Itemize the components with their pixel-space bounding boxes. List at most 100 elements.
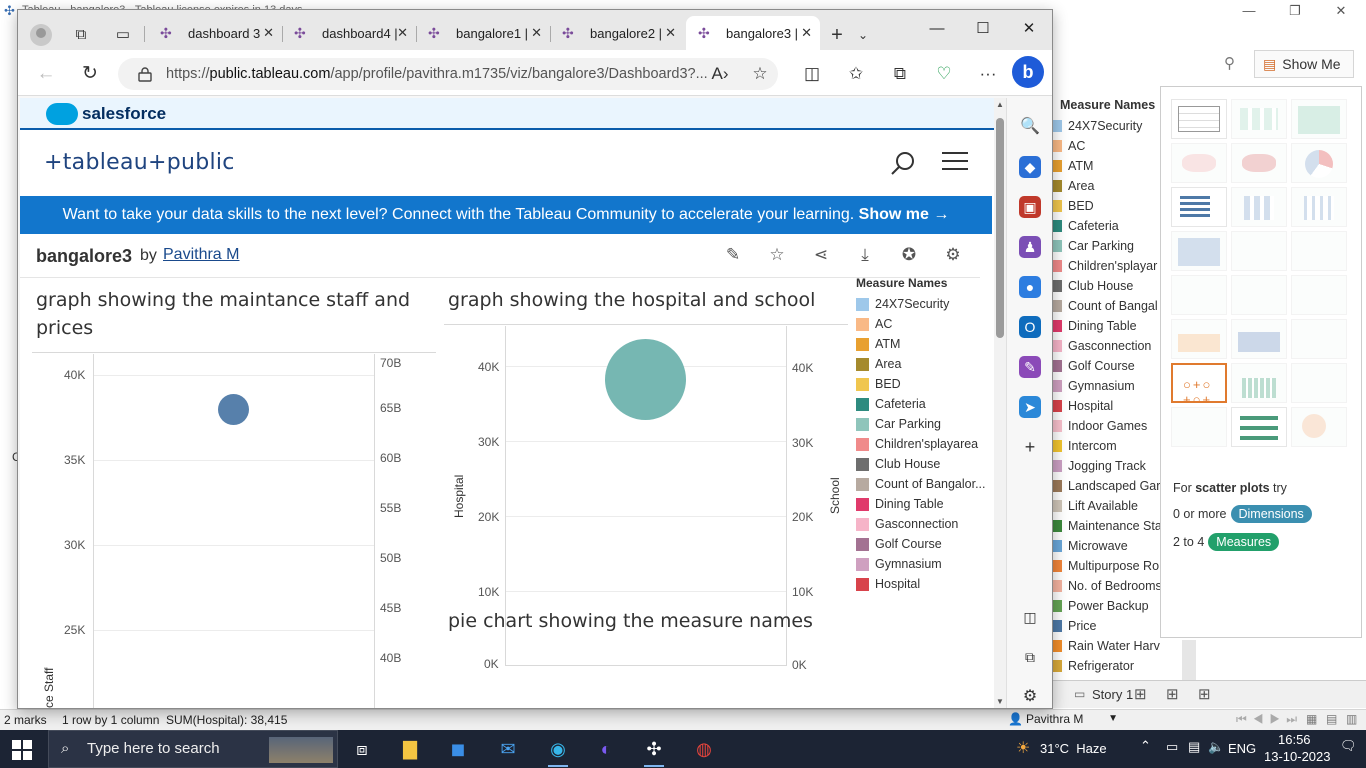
favorites-icon[interactable]: ✩ xyxy=(844,62,868,86)
scrollbar-thumb[interactable] xyxy=(996,118,1004,338)
legend-item[interactable]: Cafeteria xyxy=(856,394,994,414)
tab-bangalore3[interactable]: ✣ bangalore3 | ✕ xyxy=(686,16,820,50)
grid-view-icon[interactable]: ▦ xyxy=(1306,712,1317,726)
legend-item[interactable]: ATM xyxy=(856,334,994,354)
tab-dashboard4[interactable]: ✣ dashboard4 | ✕ xyxy=(282,16,416,50)
legend-item[interactable]: Golf Course xyxy=(856,534,994,554)
legend-item[interactable]: Golf Course xyxy=(1052,356,1160,376)
close-tab-icon[interactable]: ✕ xyxy=(801,25,812,41)
heat-map-chart-option[interactable] xyxy=(1231,99,1287,139)
area-continuous-chart-option[interactable] xyxy=(1231,319,1287,359)
search-icon[interactable] xyxy=(890,150,916,176)
legend-item[interactable]: BED xyxy=(856,374,994,394)
box-whisker-chart-option[interactable] xyxy=(1291,363,1347,403)
dual-lines-chart-option[interactable] xyxy=(1291,275,1347,315)
lines-continuous-chart-option[interactable] xyxy=(1231,275,1287,315)
outlook-icon[interactable]: O xyxy=(1019,316,1041,338)
legend-item[interactable]: Power Backup xyxy=(1052,596,1160,616)
legend-item[interactable]: Intercom xyxy=(1052,436,1160,456)
microsoft365-icon[interactable]: ● xyxy=(1019,276,1041,298)
more-menu-icon[interactable]: ··· xyxy=(976,62,1000,86)
story-tab[interactable]: Story 1 xyxy=(1092,687,1133,702)
taskbar-search-box[interactable]: ⌕ Type here to search xyxy=(48,730,338,768)
copilot-bing-icon[interactable]: b xyxy=(1012,56,1044,88)
tools-icon[interactable]: ▣ xyxy=(1019,196,1041,218)
symbol-map-chart-option[interactable] xyxy=(1171,143,1227,183)
legend-item[interactable]: AC xyxy=(856,314,994,334)
webex-icon[interactable]: ◐ xyxy=(588,734,624,764)
minimize-icon[interactable]: — xyxy=(1226,0,1272,22)
legend-item[interactable]: Children'splayar xyxy=(1052,256,1160,276)
profile-icon[interactable] xyxy=(30,24,52,46)
filled-map-chart-option[interactable] xyxy=(1231,143,1287,183)
hide-sidebar-icon[interactable]: ◫ xyxy=(1019,606,1041,628)
clock-time[interactable]: 16:56 xyxy=(1278,732,1311,747)
file-explorer-icon[interactable]: ▇ xyxy=(392,734,428,764)
pin-icon[interactable]: ⚲ xyxy=(1224,54,1235,72)
legend-item[interactable]: BED xyxy=(1052,196,1160,216)
new-tab-icon[interactable]: + xyxy=(828,25,846,45)
tab-bangalore2[interactable]: ✣ bangalore2 | ✕ xyxy=(550,16,684,50)
clock-date[interactable]: 13-10-2023 xyxy=(1264,749,1331,764)
chrome-icon[interactable]: ◍ xyxy=(686,734,722,764)
legend-item[interactable]: Area xyxy=(856,354,994,374)
lines-discrete-chart-option[interactable] xyxy=(1171,275,1227,315)
legend-item[interactable]: Children'splayarea xyxy=(856,434,994,454)
legend-item[interactable]: Gymnasium xyxy=(1052,376,1160,396)
browser-close-icon[interactable]: ✕ xyxy=(1006,14,1052,44)
legend-item[interactable]: Maintenance Sta xyxy=(1052,516,1160,536)
hamburger-menu-icon[interactable] xyxy=(942,152,968,172)
collections-icon[interactable]: ⧉ xyxy=(888,62,912,86)
back-icon[interactable]: ← xyxy=(34,62,58,86)
horizontal-bars-chart-option[interactable] xyxy=(1171,187,1227,227)
dual-combination-chart-option[interactable] xyxy=(1291,319,1347,359)
split-screen-icon[interactable]: ◫ xyxy=(800,62,824,86)
mail-icon[interactable]: ✉ xyxy=(490,734,526,764)
legend-item[interactable]: Hospital xyxy=(1052,396,1160,416)
weather-text[interactable]: 31°C Haze xyxy=(1040,741,1107,756)
store-icon[interactable]: ◼ xyxy=(440,734,476,764)
legend-item[interactable]: Dining Table xyxy=(856,494,994,514)
input-language[interactable]: ENG xyxy=(1228,741,1256,756)
battery-icon[interactable]: ▭ xyxy=(1166,739,1178,755)
highlight-table-chart-option[interactable] xyxy=(1291,99,1347,139)
legend-item[interactable]: 24X7Security xyxy=(856,294,994,314)
refresh-icon[interactable]: ↻ xyxy=(78,62,102,86)
network-icon[interactable]: ▤ xyxy=(1188,739,1200,755)
legend-item[interactable]: Refrigerator xyxy=(1052,656,1160,676)
legend-item[interactable]: Gymnasium xyxy=(856,554,994,574)
legend-item[interactable]: Dining Table xyxy=(1052,316,1160,336)
viz-author-link[interactable]: Pavithra M xyxy=(163,246,239,264)
new-dashboard-icon[interactable]: ⊞ xyxy=(1166,685,1179,703)
designer-icon[interactable]: ✎ xyxy=(1019,356,1041,378)
tableau-taskbar-icon[interactable]: ✣ xyxy=(636,734,672,767)
legend-item[interactable]: Club House xyxy=(856,454,994,474)
read-aloud-icon[interactable]: A› xyxy=(708,62,732,86)
legend-item[interactable]: Car Parking xyxy=(856,414,994,434)
workspaces-icon[interactable]: ⧉ xyxy=(72,26,90,44)
circle-view-chart-option[interactable] xyxy=(1231,231,1287,271)
legend-item[interactable]: Microwave xyxy=(1052,536,1160,556)
sheet1-data-point[interactable] xyxy=(218,394,249,425)
side-by-side-bars-chart-option[interactable] xyxy=(1291,187,1347,227)
scroll-down-icon[interactable]: ▼ xyxy=(996,697,1004,706)
legend-item[interactable]: Count of Bangalor... xyxy=(856,474,994,494)
share-icon[interactable]: ⋖ xyxy=(810,244,832,266)
search-icon[interactable]: 🔍 xyxy=(1019,116,1041,138)
games-icon[interactable]: ♟ xyxy=(1019,236,1041,258)
legend-item[interactable]: Club House xyxy=(1052,276,1160,296)
tab-dashboard3[interactable]: ✣ dashboard 3 ✕ xyxy=(148,16,282,50)
legend-item[interactable]: Indoor Games xyxy=(1052,416,1160,436)
browser-maximize-icon[interactable]: ☐ xyxy=(960,14,1006,44)
legend-item[interactable]: Indoor Games xyxy=(856,594,994,596)
side-by-side-circles-chart-option[interactable] xyxy=(1291,231,1347,271)
favorite-viz-icon[interactable]: ☆ xyxy=(766,244,788,266)
histogram-chart-option[interactable] xyxy=(1231,363,1287,403)
edit-viz-icon[interactable]: ✎ xyxy=(722,244,744,266)
sheet-nav-icons[interactable]: ⏮◀▶⏭ xyxy=(1236,712,1303,727)
user-menu[interactable]: 👤 Pavithra M ▼ xyxy=(1002,709,1122,730)
list-view-icon[interactable]: ▤ xyxy=(1326,712,1337,726)
send-icon[interactable]: ➤ xyxy=(1019,396,1041,418)
legend-item[interactable]: Gasconnection xyxy=(856,514,994,534)
restore-icon[interactable]: ❐ xyxy=(1272,0,1318,22)
